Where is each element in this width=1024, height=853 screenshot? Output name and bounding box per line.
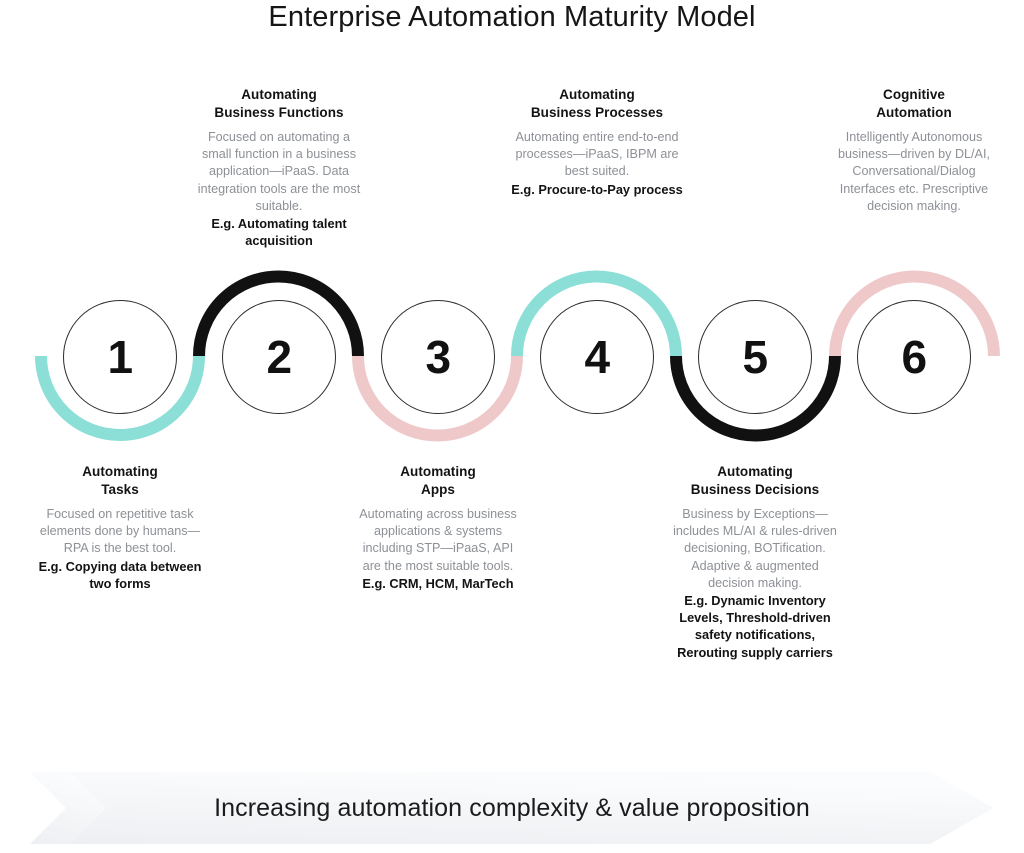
step-heading-line1: Automating (400, 464, 476, 479)
step-circle-5[interactable]: 5 (698, 300, 812, 414)
step-number-4: 4 (584, 331, 610, 383)
step-number-6: 6 (901, 331, 927, 383)
step-example-1: E.g. Copying data between two forms (38, 558, 202, 591)
step-number-3: 3 (425, 331, 451, 383)
step-circle-3[interactable]: 3 (381, 300, 495, 414)
step-heading-2: Automating Business Functions (193, 86, 365, 121)
step-number-2: 2 (266, 331, 292, 383)
step-number-1: 1 (107, 331, 133, 383)
maturity-wave-diagram: 1 2 3 4 5 6 (0, 270, 1024, 460)
step-block-4: Automating Business Processes Automating… (511, 86, 683, 198)
step-heading-6: Cognitive Automation (834, 86, 994, 121)
step-heading-line1: Automating (241, 87, 317, 102)
step-circle-1[interactable]: 1 (63, 300, 177, 414)
step-circle-6[interactable]: 6 (857, 300, 971, 414)
step-heading-5: Automating Business Decisions (669, 463, 841, 498)
step-heading-line1: Automating (559, 87, 635, 102)
step-circle-2[interactable]: 2 (222, 300, 336, 414)
step-body-2: Focused on automating a small function i… (197, 130, 361, 213)
step-heading-line1: Automating (717, 464, 793, 479)
step-heading-line2: Business Functions (214, 104, 344, 120)
step-block-5: Automating Business Decisions Business b… (669, 463, 841, 661)
step-body-5: Business by Exceptions—includes ML/AI & … (673, 507, 837, 590)
step-heading-line1: Cognitive (883, 87, 945, 102)
step-number-5: 5 (742, 331, 768, 383)
step-example-5: E.g. Dynamic Inventory Levels, Threshold… (677, 593, 833, 660)
step-example-2: E.g. Automating talent acquisition (211, 216, 347, 249)
step-example-4: E.g. Procure-to-Pay process (511, 181, 683, 197)
step-circle-4[interactable]: 4 (540, 300, 654, 414)
step-body-4: Automating entire end-to-end processes—i… (515, 130, 679, 179)
step-heading-line2: Business Processes (530, 104, 664, 120)
step-block-3: Automating Apps Automating across busine… (352, 463, 524, 592)
page-title: Enterprise Automation Maturity Model (268, 1, 756, 33)
step-heading-line2: Tasks (101, 481, 139, 497)
step-heading-1: Automating Tasks (34, 463, 206, 498)
step-body-3: Automating across business applications … (359, 507, 517, 573)
step-heading-4: Automating Business Processes (511, 86, 683, 121)
step-block-6: Cognitive Automation Intelligently Auton… (834, 86, 994, 215)
step-body-6: Intelligently Autonomous business—driven… (838, 130, 990, 213)
step-heading-line2: Automation (876, 104, 952, 120)
step-body-1: Focused on repetitive task elements done… (39, 507, 201, 556)
step-heading-line1: Automating (82, 464, 158, 479)
step-heading-line2: Business Decisions (690, 481, 820, 497)
step-block-2: Automating Business Functions Focused on… (193, 86, 365, 249)
step-heading-3: Automating Apps (352, 463, 524, 498)
banner-label: Increasing automation complexity & value… (214, 793, 810, 822)
complexity-banner: Increasing automation complexity & value… (30, 772, 994, 844)
step-example-3: E.g. CRM, HCM, MarTech (362, 575, 514, 591)
step-block-1: Automating Tasks Focused on repetitive t… (34, 463, 206, 592)
step-heading-line2: Apps (421, 481, 455, 497)
